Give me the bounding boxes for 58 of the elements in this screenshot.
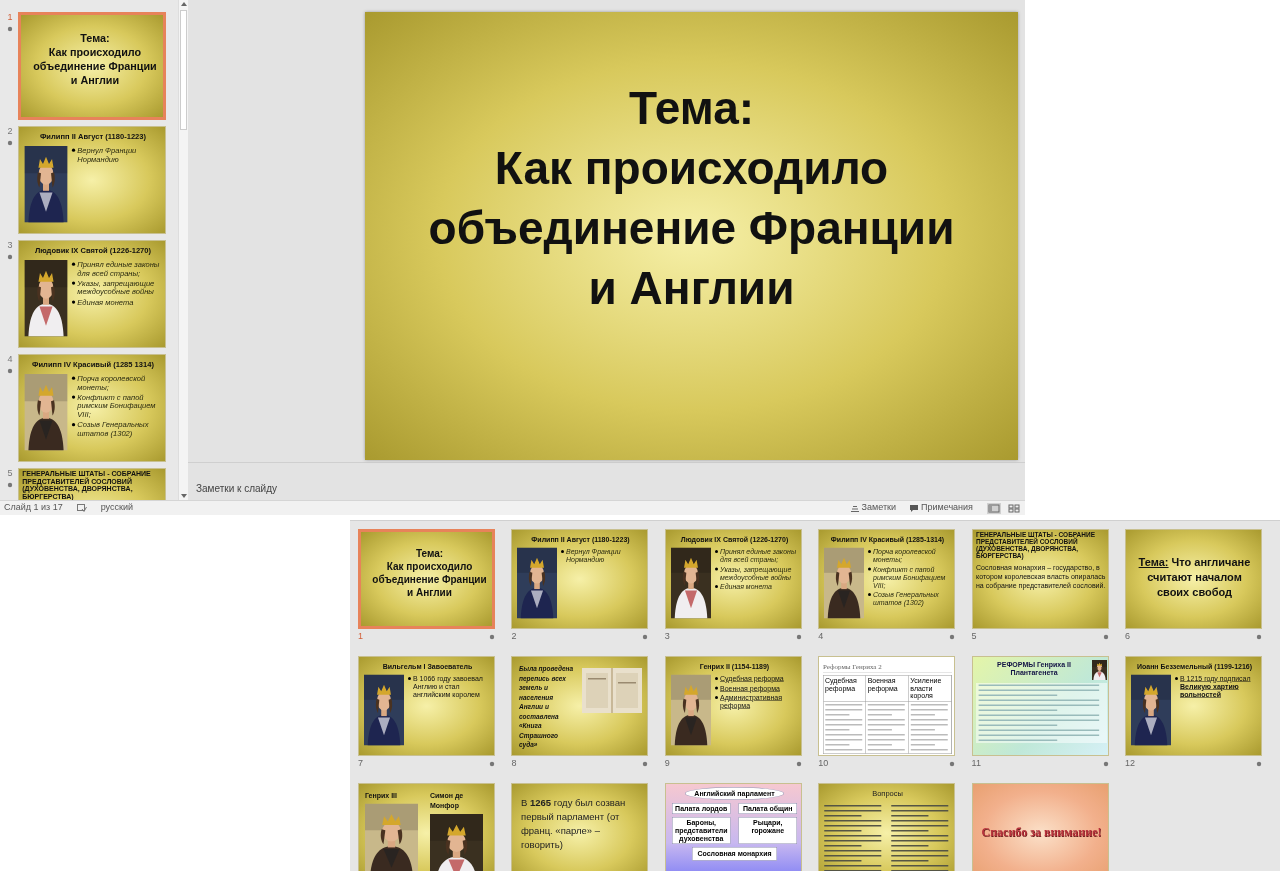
slide-title: Как происходило bbox=[494, 141, 889, 196]
comment-icon bbox=[910, 504, 919, 512]
slide-number: 3 bbox=[7, 240, 13, 250]
slide-number: 4 bbox=[7, 354, 13, 364]
slide-number: 11 bbox=[971, 757, 981, 771]
slide-title: объединение Франции bbox=[372, 573, 487, 586]
slide-title: Тема: bbox=[628, 81, 755, 136]
slide-number: 2 bbox=[7, 126, 13, 136]
slide-title-lead: Тема: bbox=[1138, 555, 1169, 570]
slide-title: считают началом bbox=[1147, 570, 1242, 585]
slide-number: 6 bbox=[1124, 630, 1130, 644]
slide-number: 12 bbox=[1124, 757, 1135, 771]
slide-thumbnail[interactable]: Тема: Как происходило объединение Франции и Англии bbox=[18, 12, 166, 120]
slide-thumbnail[interactable]: Тема: Как происходило объединение Франции и Англии bbox=[358, 529, 495, 629]
scroll-up-icon[interactable] bbox=[180, 2, 187, 6]
slide-number: 1 bbox=[358, 630, 363, 644]
table-text-drawing bbox=[867, 702, 908, 753]
slide-title: и Англии bbox=[588, 261, 795, 316]
notes-icon bbox=[850, 504, 859, 512]
slide-number: 9 bbox=[664, 757, 670, 771]
slide-number: 2 bbox=[511, 630, 517, 644]
slide-title: своих свобод bbox=[1156, 585, 1233, 600]
slide-thumbnail[interactable]: Тема: Что англичане считают началом своих свобод bbox=[1124, 529, 1262, 629]
slide-thumbnail[interactable]: Спасибо за внимание! bbox=[971, 783, 1109, 871]
slide-number: 4 bbox=[818, 630, 824, 644]
language-label[interactable]: русский bbox=[100, 501, 133, 515]
scroll-down-icon[interactable] bbox=[180, 494, 187, 498]
scroll-thumb[interactable] bbox=[180, 10, 187, 130]
slide-text: В 1265 году был созван первый парламент (от франц. «парле» – говорить) bbox=[520, 796, 627, 852]
slide-sorter-icon[interactable] bbox=[1007, 502, 1021, 514]
slide-title: Как происходило bbox=[386, 560, 473, 573]
table-text-drawing bbox=[910, 702, 951, 753]
slide-title: Что англичане bbox=[1171, 555, 1251, 570]
slide-title: Как происходило bbox=[48, 45, 142, 60]
slide-title: объединение Франции bbox=[33, 59, 157, 74]
spellcheck-icon[interactable] bbox=[76, 504, 87, 512]
slide-number: 7 bbox=[358, 757, 363, 771]
notes-button[interactable]: Заметки bbox=[850, 501, 897, 515]
scrollbar[interactable] bbox=[178, 0, 188, 500]
slide-number: 5 bbox=[971, 630, 977, 644]
slide-title: и Англии bbox=[407, 586, 452, 599]
slide-thumbnail[interactable]: В 1265 году был созван первый парламент (от франц. «парле» – говорить) bbox=[511, 783, 649, 871]
slide-number: 10 bbox=[818, 757, 829, 771]
normal-view-icon[interactable] bbox=[987, 502, 1001, 514]
slide-number: 3 bbox=[664, 630, 670, 644]
slide-number: 5 bbox=[7, 468, 13, 478]
slide-title: объединение Франции bbox=[428, 201, 955, 256]
slide-counter: Слайд 1 из 17 bbox=[4, 501, 63, 515]
slide-canvas[interactable]: Тема: Как происходило объединение Франции и Англии bbox=[365, 12, 1018, 460]
slide-number: 8 bbox=[511, 757, 517, 771]
slide-title: и Англии bbox=[70, 73, 120, 88]
comments-button[interactable]: Примечания bbox=[910, 501, 973, 515]
slide-title: Тема: bbox=[80, 31, 110, 46]
slide-number: 1 bbox=[7, 12, 13, 22]
slide-title: Тема: bbox=[415, 547, 444, 560]
table-text-drawing bbox=[824, 702, 865, 753]
notes-field[interactable]: Заметки к слайду bbox=[196, 481, 1017, 496]
slide-title: Спасибо за внимание! bbox=[981, 824, 1102, 841]
